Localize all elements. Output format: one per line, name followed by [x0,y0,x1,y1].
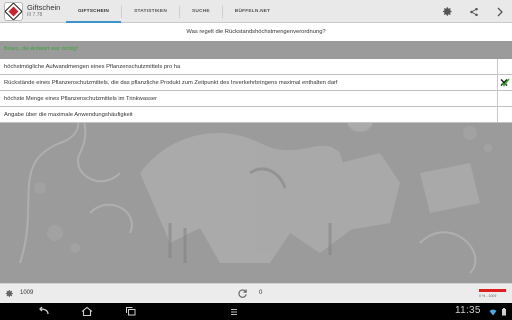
feedback-message: Bravo, die Antwort war richtig! [4,46,78,52]
answer-list: höchstmögliche Aufwandmengen eines Pflan… [0,59,512,123]
status-bar: 1009 0 0 % - 1009 [0,283,512,303]
answer-text: höchste Menge eines Pflanzenschutzmittel… [4,95,158,102]
battery-icon [502,308,506,316]
answer-text: Rückstände eines Pflanzenschutzmittels, … [4,79,338,86]
answer-text: Angabe über die maximale Anwendungshäufi… [4,111,133,118]
question-text: Was regelt die Rückstandshöchstmengenver… [0,23,512,41]
answer-option[interactable]: Angabe über die maximale Anwendungshäufi… [0,107,512,123]
app-version: III 7.78 [27,12,43,18]
quiz-area: Was regelt die Rückstandshöchstmengenver… [0,23,512,283]
progress-fill [479,289,507,292]
recent-apps-icon[interactable] [124,306,138,317]
system-clock: 11:35 [455,305,481,316]
tab-bueffeln-net[interactable]: BÜFFELN.NET [223,0,283,23]
system-nav-bar: 11:35 [0,303,512,320]
progress-bar [479,289,507,292]
settings-icon[interactable] [440,4,455,19]
action-bar: Giftschein III 7.78 GIFTSCHEIN STATISTIK… [0,0,512,23]
answer-option[interactable]: höchste Menge eines Pflanzenschutzmittel… [0,91,512,107]
progress-text: 0 % - 1009 [479,294,497,298]
gear-icon [5,289,13,298]
app-title: Giftschein [27,3,61,12]
remaining-count: 1009 [20,290,34,296]
back-icon[interactable] [37,306,51,317]
tab-bar: GIFTSCHEIN STATISTIKEN SUCHE BÜFFELN.NET [66,0,282,23]
app-logo-icon[interactable] [4,2,23,21]
answer-option[interactable]: Rückstände eines Pflanzenschutzmittels, … [0,75,512,91]
tab-giftschein[interactable]: GIFTSCHEIN [66,0,122,23]
tab-statistiken[interactable]: STATISTIKEN [122,0,179,23]
wifi-icon [489,309,497,316]
chevron-right-icon[interactable] [492,4,507,19]
share-icon[interactable] [466,4,481,19]
correct-check-icon [500,78,510,87]
wrong-count: 0 [259,290,263,296]
answer-text: höchstmögliche Aufwandmengen eines Pflan… [4,63,181,70]
home-icon[interactable] [80,306,94,317]
answer-option[interactable]: höchstmögliche Aufwandmengen eines Pflan… [0,59,512,75]
tab-suche[interactable]: SUCHE [180,0,222,23]
refresh-icon[interactable] [237,288,248,299]
menu-icon[interactable] [230,308,238,316]
